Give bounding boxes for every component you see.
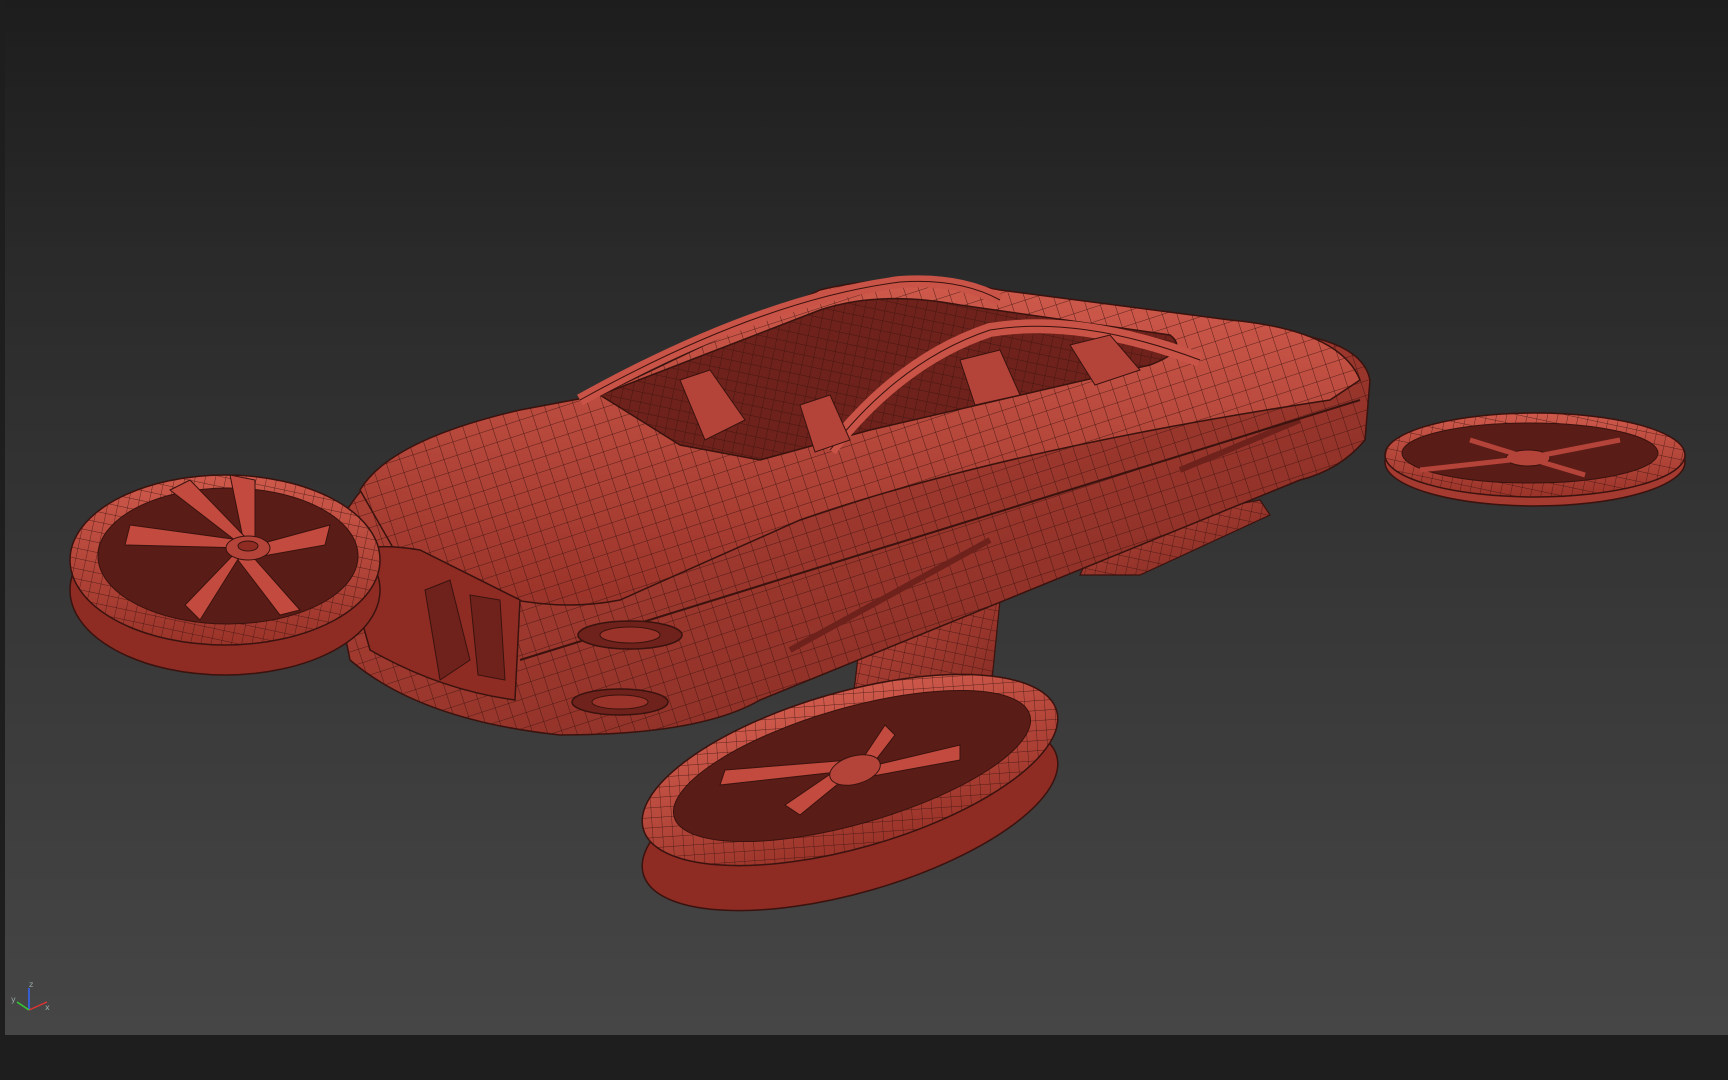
rotor-rear-right <box>1384 412 1686 507</box>
z-axis-label: z <box>29 980 33 989</box>
x-axis-label: x <box>45 1003 50 1012</box>
y-axis <box>16 1001 30 1011</box>
rotor-front-left <box>69 474 381 676</box>
status-bar <box>0 1035 1728 1080</box>
flying-car-model[interactable] <box>5 0 1728 1035</box>
perspective-viewport[interactable]: z y x <box>5 0 1728 1035</box>
axis-gizmo: z y x <box>11 980 50 1012</box>
y-axis-label: y <box>11 995 16 1004</box>
